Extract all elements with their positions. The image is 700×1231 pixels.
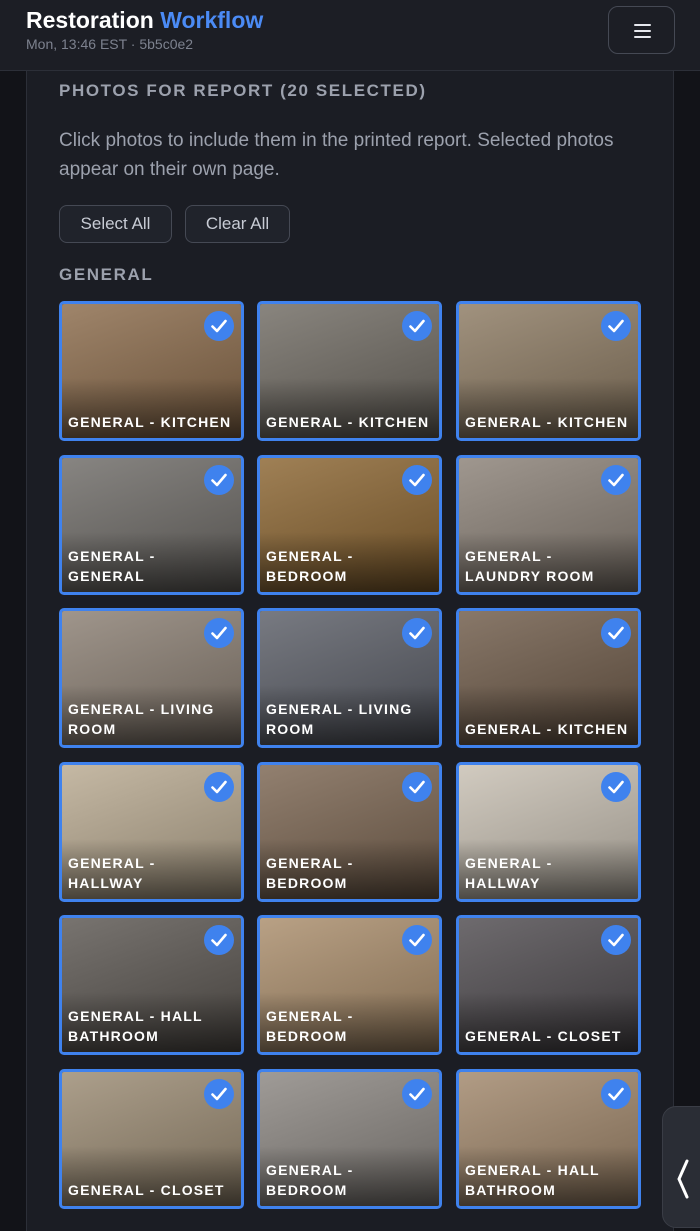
photo-caption: GENERAL - BEDROOM <box>266 855 354 891</box>
checkmark-icon <box>402 311 432 341</box>
photo-caption: GENERAL - CLOSET <box>465 1028 622 1044</box>
section-description: Click photos to include them in the prin… <box>59 130 614 180</box>
photo-tile[interactable]: GENERAL - KITCHEN <box>456 608 641 748</box>
clear-all-button[interactable]: Clear All <box>185 205 290 243</box>
photo-caption: GENERAL - BEDROOM <box>266 1008 354 1044</box>
checkmark-icon <box>601 311 631 341</box>
checkmark-icon <box>601 1079 631 1109</box>
photo-tile[interactable]: GENERAL - HALL BATHROOM <box>456 1069 641 1209</box>
checkmark-icon <box>601 925 631 955</box>
photo-tile[interactable]: GENERAL - HALLWAY <box>59 762 244 902</box>
photo-caption: GENERAL - LIVING ROOM <box>266 701 413 737</box>
photo-tile[interactable]: GENERAL - BEDROOM <box>257 915 442 1055</box>
photo-caption: GENERAL - GENERAL <box>68 548 156 584</box>
checkmark-icon <box>204 772 234 802</box>
side-panel-tab[interactable] <box>662 1106 700 1228</box>
checkmark-icon <box>601 772 631 802</box>
photo-tile[interactable]: GENERAL - GENERAL <box>59 455 244 595</box>
checkmark-icon <box>402 618 432 648</box>
photo-tile[interactable]: GENERAL - KITCHEN <box>456 301 641 441</box>
photo-caption: GENERAL - HALL BATHROOM <box>68 1008 203 1044</box>
photo-tile[interactable]: GENERAL - CLOSET <box>456 915 641 1055</box>
checkmark-icon <box>402 772 432 802</box>
select-all-button[interactable]: Select All <box>59 205 172 243</box>
photo-tile[interactable]: GENERAL - BEDROOM <box>257 762 442 902</box>
checkmark-icon <box>601 465 631 495</box>
photo-caption: GENERAL - KITCHEN <box>68 414 232 430</box>
photo-caption: GENERAL - LIVING ROOM <box>68 701 215 737</box>
hamburger-icon <box>634 24 651 38</box>
app-title: Restoration Workflow <box>26 7 263 34</box>
photo-caption: GENERAL - KITCHEN <box>465 414 629 430</box>
photo-caption: GENERAL - LAUNDRY ROOM <box>465 548 595 584</box>
photo-tile[interactable]: GENERAL - BEDROOM <box>257 1069 442 1209</box>
checkmark-icon <box>402 1079 432 1109</box>
photo-tile[interactable]: GENERAL - HALLWAY <box>456 762 641 902</box>
checkmark-icon <box>204 618 234 648</box>
photo-caption: GENERAL - HALLWAY <box>68 855 156 891</box>
photo-caption: GENERAL - CLOSET <box>68 1182 225 1198</box>
checkmark-icon <box>402 925 432 955</box>
top-bar: Restoration Workflow Mon, 13:46 EST · 5b… <box>0 0 700 71</box>
photo-tile[interactable]: GENERAL - BEDROOM <box>257 455 442 595</box>
photo-tile[interactable]: GENERAL - CLOSET <box>59 1069 244 1209</box>
checkmark-icon <box>204 1079 234 1109</box>
checkmark-icon <box>204 465 234 495</box>
checkmark-icon <box>601 618 631 648</box>
photo-caption: GENERAL - BEDROOM <box>266 1162 354 1198</box>
app-title-accent: Workflow <box>160 7 264 33</box>
photo-caption: GENERAL - HALL BATHROOM <box>465 1162 600 1198</box>
photo-tile[interactable]: GENERAL - KITCHEN <box>257 301 442 441</box>
checkmark-icon <box>204 311 234 341</box>
photo-caption: GENERAL - KITCHEN <box>465 721 629 737</box>
group-title: GENERAL <box>59 265 154 284</box>
app-title-main: Restoration <box>26 7 154 33</box>
photo-caption: GENERAL - BEDROOM <box>266 548 354 584</box>
photo-caption: GENERAL - HALLWAY <box>465 855 553 891</box>
photo-tile[interactable]: GENERAL - KITCHEN <box>59 301 244 441</box>
photo-tile[interactable]: GENERAL - LAUNDRY ROOM <box>456 455 641 595</box>
checkmark-icon <box>204 925 234 955</box>
photo-tile[interactable]: GENERAL - LIVING ROOM <box>59 608 244 748</box>
photo-caption: GENERAL - KITCHEN <box>266 414 430 430</box>
section-title: PHOTOS FOR REPORT (20 SELECTED) <box>59 81 427 100</box>
app-subtitle: Mon, 13:46 EST · 5b5c0e2 <box>26 36 194 52</box>
menu-button[interactable] <box>608 6 675 54</box>
photo-tile[interactable]: GENERAL - LIVING ROOM <box>257 608 442 748</box>
checkmark-icon <box>402 465 432 495</box>
photo-tile[interactable]: GENERAL - HALL BATHROOM <box>59 915 244 1055</box>
chevron-left-icon <box>677 1159 689 1199</box>
